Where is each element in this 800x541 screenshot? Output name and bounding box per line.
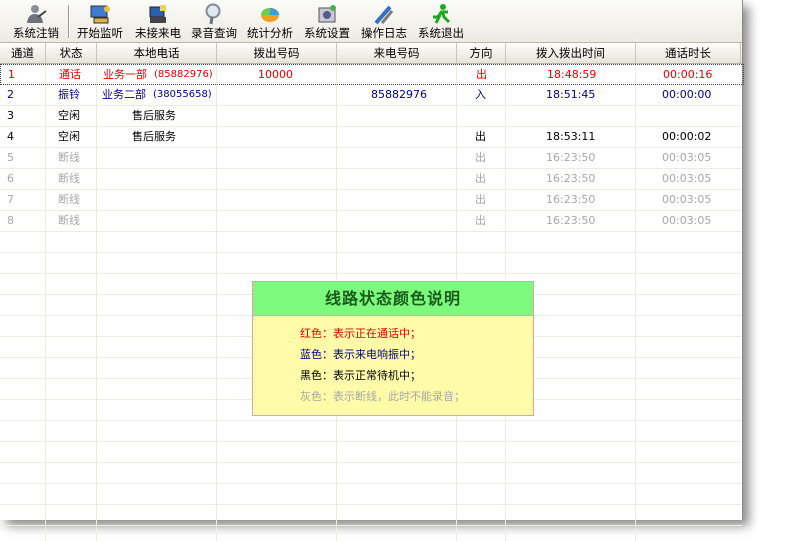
column-header-status[interactable]: 状态 bbox=[46, 43, 97, 63]
empty-row bbox=[0, 253, 742, 274]
row-time: 18:48:59 bbox=[547, 68, 597, 81]
row-local-number: (38055658) bbox=[153, 89, 212, 100]
row-local-phone: 业务一部 bbox=[103, 68, 147, 81]
empty-row bbox=[0, 421, 742, 442]
row-time: 16:23:50 bbox=[546, 214, 596, 227]
operation-log-button[interactable]: 操作日志 bbox=[356, 0, 412, 42]
table-row[interactable]: 6 断线 出 16:23:50 00:03:05 bbox=[0, 169, 742, 190]
empty-row bbox=[0, 505, 742, 526]
row-status: 通话 bbox=[59, 68, 81, 81]
row-duration: 00:00:02 bbox=[662, 130, 712, 143]
row-channel: 4 bbox=[7, 130, 14, 143]
phone-icon bbox=[149, 5, 166, 23]
monitor-icon bbox=[90, 5, 110, 24]
pen-icon bbox=[374, 5, 394, 25]
row-dial-out: 10000 bbox=[258, 68, 293, 81]
row-local-phone: 售后服务 bbox=[132, 109, 176, 122]
row-incoming: 85882976 bbox=[371, 88, 427, 101]
row-time: 16:23:50 bbox=[546, 151, 596, 164]
row-duration: 00:03:05 bbox=[662, 151, 712, 164]
row-time: 18:51:45 bbox=[546, 88, 596, 101]
legend-line-gray: 灰色：表示断线，此时不能录音； bbox=[300, 390, 465, 403]
row-local-number: (85882976) bbox=[154, 69, 213, 80]
table-row[interactable]: 7 断线 出 16:23:50 00:03:05 bbox=[0, 190, 742, 211]
row-local-phone: 业务二部 bbox=[102, 88, 146, 101]
empty-row bbox=[0, 232, 742, 253]
column-header-channel[interactable]: 通道 bbox=[0, 43, 46, 63]
toolbar: 系统注销 开始监听 未接来电 录音查询 统计分析 系统设置 操作日志 系统退出 bbox=[0, 0, 742, 43]
row-direction: 出 bbox=[475, 172, 486, 185]
table-row[interactable]: 5 断线 出 16:23:50 00:03:05 bbox=[0, 148, 742, 169]
row-channel: 8 bbox=[7, 214, 14, 227]
table-row[interactable]: 4 空闲 售后服务 出 18:53:11 00:00:02 bbox=[0, 127, 742, 148]
toolbar-separator bbox=[68, 5, 70, 38]
row-channel: 7 bbox=[7, 193, 14, 206]
row-channel: 3 bbox=[7, 109, 14, 122]
legend-title: 线路状态颜色说明 bbox=[253, 282, 533, 316]
row-channel: 5 bbox=[7, 151, 14, 164]
row-time: 16:23:50 bbox=[546, 193, 596, 206]
row-direction: 入 bbox=[475, 88, 486, 101]
table-header: 通道 状态 本地电话 拨出号码 来电号码 方向 拨入拨出时间 通话时长 bbox=[0, 43, 742, 64]
row-direction: 出 bbox=[475, 151, 486, 164]
table-row[interactable]: 1 通话 业务一部 (85882976) 10000 出 18:48:59 00… bbox=[0, 64, 744, 85]
column-header-direction[interactable]: 方向 bbox=[457, 43, 506, 63]
column-header-dial-out[interactable]: 拨出号码 bbox=[217, 43, 337, 63]
row-local-phone: 售后服务 bbox=[132, 130, 176, 143]
missed-calls-button[interactable]: 未接来电 bbox=[130, 0, 186, 42]
empty-row bbox=[0, 484, 742, 505]
row-channel: 2 bbox=[7, 88, 14, 101]
statistics-button[interactable]: 统计分析 bbox=[242, 0, 298, 42]
row-status: 断线 bbox=[58, 172, 80, 185]
logout-button[interactable]: 系统注销 bbox=[8, 0, 64, 42]
start-monitor-button[interactable]: 开始监听 bbox=[72, 0, 128, 42]
row-duration: 00:03:05 bbox=[662, 214, 712, 227]
table-row[interactable]: 2 振铃 业务二部 (38055658) 85882976 入 18:51:45… bbox=[0, 85, 742, 106]
row-status: 空闲 bbox=[58, 130, 80, 143]
settings-icon bbox=[318, 5, 336, 23]
empty-row bbox=[0, 442, 742, 463]
column-header-time[interactable]: 拨入拨出时间 bbox=[506, 43, 636, 63]
row-duration: 00:03:05 bbox=[662, 172, 712, 185]
row-duration: 00:03:05 bbox=[662, 193, 712, 206]
line-status-legend: 线路状态颜色说明 红色：表示正在通话中； 蓝色：表示来电响振中； 黑色：表示正常… bbox=[252, 281, 534, 416]
legend-line-red: 红色：表示正在通话中； bbox=[300, 327, 421, 340]
search-icon bbox=[205, 3, 221, 25]
empty-row bbox=[0, 463, 742, 484]
user-icon bbox=[27, 5, 47, 23]
legend-line-blue: 蓝色：表示来电响振中； bbox=[300, 348, 421, 361]
row-status: 空闲 bbox=[58, 109, 80, 122]
main-window: 系统注销 开始监听 未接来电 录音查询 统计分析 系统设置 操作日志 系统退出 … bbox=[0, 0, 744, 541]
pie-chart-icon bbox=[261, 8, 279, 22]
legend-line-black: 黑色：表示正常待机中； bbox=[300, 369, 421, 382]
row-direction: 出 bbox=[475, 214, 486, 227]
row-status: 振铃 bbox=[58, 88, 80, 101]
row-status: 断线 bbox=[58, 193, 80, 206]
row-direction: 出 bbox=[475, 193, 486, 206]
row-duration: 00:00:16 bbox=[663, 68, 713, 81]
exit-icon bbox=[433, 4, 451, 24]
table-row[interactable]: 3 空闲 售后服务 bbox=[0, 106, 742, 127]
column-header-duration[interactable]: 通话时长 bbox=[636, 43, 741, 63]
row-channel: 6 bbox=[7, 172, 14, 185]
row-direction: 出 bbox=[476, 68, 487, 81]
row-duration: 00:00:00 bbox=[662, 88, 712, 101]
row-channel: 1 bbox=[8, 68, 15, 81]
exit-button[interactable]: 系统退出 bbox=[413, 0, 469, 42]
column-header-incoming[interactable]: 来电号码 bbox=[337, 43, 457, 63]
row-status: 断线 bbox=[58, 214, 80, 227]
row-time: 18:53:11 bbox=[546, 130, 596, 143]
row-time: 16:23:50 bbox=[546, 172, 596, 185]
recording-search-button[interactable]: 录音查询 bbox=[186, 0, 242, 42]
table-row[interactable]: 8 断线 出 16:23:50 00:03:05 bbox=[0, 211, 742, 232]
row-direction: 出 bbox=[475, 130, 486, 143]
row-status: 断线 bbox=[58, 151, 80, 164]
settings-button[interactable]: 系统设置 bbox=[299, 0, 355, 42]
column-header-local-phone[interactable]: 本地电话 bbox=[97, 43, 217, 63]
